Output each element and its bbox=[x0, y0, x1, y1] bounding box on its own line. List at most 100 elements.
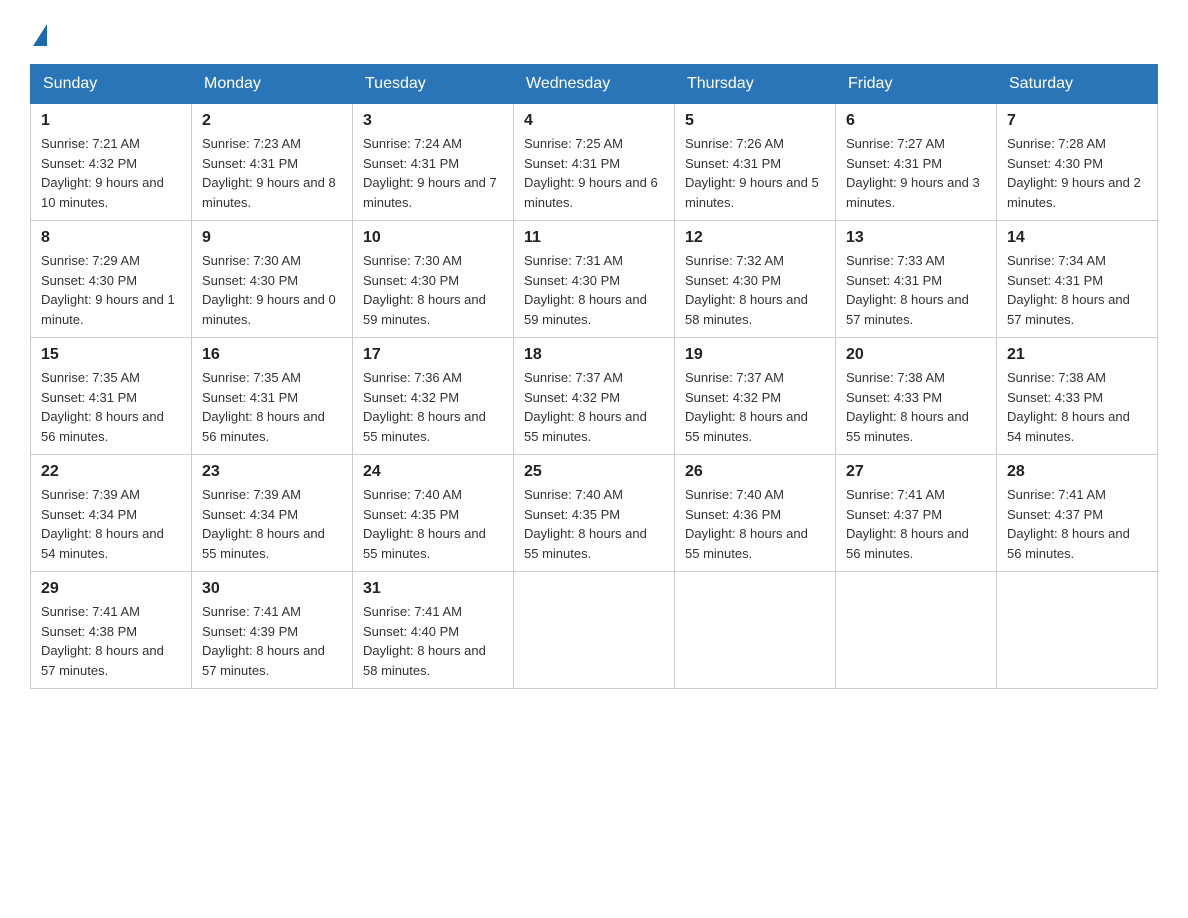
day-info: Sunrise: 7:32 AMSunset: 4:30 PMDaylight:… bbox=[685, 253, 808, 327]
calendar-cell: 29 Sunrise: 7:41 AMSunset: 4:38 PMDaylig… bbox=[31, 572, 192, 689]
calendar-cell: 15 Sunrise: 7:35 AMSunset: 4:31 PMDaylig… bbox=[31, 338, 192, 455]
col-header-thursday: Thursday bbox=[675, 65, 836, 104]
day-number: 25 bbox=[524, 463, 664, 481]
day-number: 8 bbox=[41, 229, 181, 247]
day-info: Sunrise: 7:36 AMSunset: 4:32 PMDaylight:… bbox=[363, 370, 486, 444]
day-info: Sunrise: 7:34 AMSunset: 4:31 PMDaylight:… bbox=[1007, 253, 1130, 327]
col-header-sunday: Sunday bbox=[31, 65, 192, 104]
calendar-cell: 25 Sunrise: 7:40 AMSunset: 4:35 PMDaylig… bbox=[514, 455, 675, 572]
calendar-cell: 31 Sunrise: 7:41 AMSunset: 4:40 PMDaylig… bbox=[353, 572, 514, 689]
calendar-cell bbox=[675, 572, 836, 689]
day-number: 24 bbox=[363, 463, 503, 481]
calendar-cell: 6 Sunrise: 7:27 AMSunset: 4:31 PMDayligh… bbox=[836, 104, 997, 221]
day-info: Sunrise: 7:40 AMSunset: 4:35 PMDaylight:… bbox=[524, 487, 647, 561]
day-info: Sunrise: 7:31 AMSunset: 4:30 PMDaylight:… bbox=[524, 253, 647, 327]
day-info: Sunrise: 7:39 AMSunset: 4:34 PMDaylight:… bbox=[41, 487, 164, 561]
day-info: Sunrise: 7:38 AMSunset: 4:33 PMDaylight:… bbox=[846, 370, 969, 444]
calendar-cell bbox=[997, 572, 1158, 689]
day-number: 31 bbox=[363, 580, 503, 598]
calendar-cell: 16 Sunrise: 7:35 AMSunset: 4:31 PMDaylig… bbox=[192, 338, 353, 455]
day-number: 27 bbox=[846, 463, 986, 481]
calendar-cell: 9 Sunrise: 7:30 AMSunset: 4:30 PMDayligh… bbox=[192, 221, 353, 338]
calendar-cell: 5 Sunrise: 7:26 AMSunset: 4:31 PMDayligh… bbox=[675, 104, 836, 221]
calendar-cell: 13 Sunrise: 7:33 AMSunset: 4:31 PMDaylig… bbox=[836, 221, 997, 338]
calendar-cell: 7 Sunrise: 7:28 AMSunset: 4:30 PMDayligh… bbox=[997, 104, 1158, 221]
calendar-cell: 18 Sunrise: 7:37 AMSunset: 4:32 PMDaylig… bbox=[514, 338, 675, 455]
calendar-cell: 27 Sunrise: 7:41 AMSunset: 4:37 PMDaylig… bbox=[836, 455, 997, 572]
calendar-cell: 23 Sunrise: 7:39 AMSunset: 4:34 PMDaylig… bbox=[192, 455, 353, 572]
day-number: 29 bbox=[41, 580, 181, 598]
calendar-cell: 12 Sunrise: 7:32 AMSunset: 4:30 PMDaylig… bbox=[675, 221, 836, 338]
calendar-cell: 3 Sunrise: 7:24 AMSunset: 4:31 PMDayligh… bbox=[353, 104, 514, 221]
day-info: Sunrise: 7:21 AMSunset: 4:32 PMDaylight:… bbox=[41, 136, 164, 210]
calendar-header-row: SundayMondayTuesdayWednesdayThursdayFrid… bbox=[31, 65, 1158, 104]
page-header bbox=[30, 20, 1158, 44]
calendar-cell: 10 Sunrise: 7:30 AMSunset: 4:30 PMDaylig… bbox=[353, 221, 514, 338]
day-info: Sunrise: 7:33 AMSunset: 4:31 PMDaylight:… bbox=[846, 253, 969, 327]
day-number: 11 bbox=[524, 229, 664, 247]
day-number: 10 bbox=[363, 229, 503, 247]
day-number: 3 bbox=[363, 112, 503, 130]
day-number: 14 bbox=[1007, 229, 1147, 247]
calendar-cell: 21 Sunrise: 7:38 AMSunset: 4:33 PMDaylig… bbox=[997, 338, 1158, 455]
day-info: Sunrise: 7:24 AMSunset: 4:31 PMDaylight:… bbox=[363, 136, 497, 210]
day-number: 2 bbox=[202, 112, 342, 130]
day-info: Sunrise: 7:28 AMSunset: 4:30 PMDaylight:… bbox=[1007, 136, 1141, 210]
day-number: 17 bbox=[363, 346, 503, 364]
day-number: 18 bbox=[524, 346, 664, 364]
calendar-cell bbox=[514, 572, 675, 689]
day-number: 13 bbox=[846, 229, 986, 247]
calendar-table: SundayMondayTuesdayWednesdayThursdayFrid… bbox=[30, 64, 1158, 689]
day-number: 6 bbox=[846, 112, 986, 130]
col-header-monday: Monday bbox=[192, 65, 353, 104]
day-info: Sunrise: 7:23 AMSunset: 4:31 PMDaylight:… bbox=[202, 136, 336, 210]
day-info: Sunrise: 7:29 AMSunset: 4:30 PMDaylight:… bbox=[41, 253, 175, 327]
day-info: Sunrise: 7:27 AMSunset: 4:31 PMDaylight:… bbox=[846, 136, 980, 210]
day-info: Sunrise: 7:39 AMSunset: 4:34 PMDaylight:… bbox=[202, 487, 325, 561]
day-info: Sunrise: 7:37 AMSunset: 4:32 PMDaylight:… bbox=[685, 370, 808, 444]
day-info: Sunrise: 7:41 AMSunset: 4:37 PMDaylight:… bbox=[846, 487, 969, 561]
day-number: 30 bbox=[202, 580, 342, 598]
logo-triangle-icon bbox=[33, 24, 47, 46]
day-number: 23 bbox=[202, 463, 342, 481]
day-number: 21 bbox=[1007, 346, 1147, 364]
day-info: Sunrise: 7:41 AMSunset: 4:38 PMDaylight:… bbox=[41, 604, 164, 678]
day-number: 1 bbox=[41, 112, 181, 130]
col-header-friday: Friday bbox=[836, 65, 997, 104]
calendar-cell: 1 Sunrise: 7:21 AMSunset: 4:32 PMDayligh… bbox=[31, 104, 192, 221]
day-number: 20 bbox=[846, 346, 986, 364]
day-number: 9 bbox=[202, 229, 342, 247]
day-number: 12 bbox=[685, 229, 825, 247]
logo bbox=[30, 20, 47, 44]
day-info: Sunrise: 7:35 AMSunset: 4:31 PMDaylight:… bbox=[41, 370, 164, 444]
calendar-cell: 19 Sunrise: 7:37 AMSunset: 4:32 PMDaylig… bbox=[675, 338, 836, 455]
calendar-cell: 26 Sunrise: 7:40 AMSunset: 4:36 PMDaylig… bbox=[675, 455, 836, 572]
calendar-cell: 2 Sunrise: 7:23 AMSunset: 4:31 PMDayligh… bbox=[192, 104, 353, 221]
calendar-week-row: 15 Sunrise: 7:35 AMSunset: 4:31 PMDaylig… bbox=[31, 338, 1158, 455]
col-header-saturday: Saturday bbox=[997, 65, 1158, 104]
day-number: 4 bbox=[524, 112, 664, 130]
day-number: 7 bbox=[1007, 112, 1147, 130]
calendar-cell: 8 Sunrise: 7:29 AMSunset: 4:30 PMDayligh… bbox=[31, 221, 192, 338]
day-number: 26 bbox=[685, 463, 825, 481]
calendar-cell: 17 Sunrise: 7:36 AMSunset: 4:32 PMDaylig… bbox=[353, 338, 514, 455]
calendar-cell: 30 Sunrise: 7:41 AMSunset: 4:39 PMDaylig… bbox=[192, 572, 353, 689]
calendar-cell: 14 Sunrise: 7:34 AMSunset: 4:31 PMDaylig… bbox=[997, 221, 1158, 338]
day-info: Sunrise: 7:26 AMSunset: 4:31 PMDaylight:… bbox=[685, 136, 819, 210]
day-number: 22 bbox=[41, 463, 181, 481]
day-info: Sunrise: 7:41 AMSunset: 4:37 PMDaylight:… bbox=[1007, 487, 1130, 561]
day-info: Sunrise: 7:41 AMSunset: 4:40 PMDaylight:… bbox=[363, 604, 486, 678]
calendar-cell: 20 Sunrise: 7:38 AMSunset: 4:33 PMDaylig… bbox=[836, 338, 997, 455]
calendar-cell: 11 Sunrise: 7:31 AMSunset: 4:30 PMDaylig… bbox=[514, 221, 675, 338]
calendar-cell: 24 Sunrise: 7:40 AMSunset: 4:35 PMDaylig… bbox=[353, 455, 514, 572]
day-info: Sunrise: 7:38 AMSunset: 4:33 PMDaylight:… bbox=[1007, 370, 1130, 444]
day-number: 5 bbox=[685, 112, 825, 130]
day-info: Sunrise: 7:35 AMSunset: 4:31 PMDaylight:… bbox=[202, 370, 325, 444]
day-info: Sunrise: 7:30 AMSunset: 4:30 PMDaylight:… bbox=[202, 253, 336, 327]
col-header-tuesday: Tuesday bbox=[353, 65, 514, 104]
day-info: Sunrise: 7:25 AMSunset: 4:31 PMDaylight:… bbox=[524, 136, 658, 210]
calendar-cell bbox=[836, 572, 997, 689]
calendar-week-row: 1 Sunrise: 7:21 AMSunset: 4:32 PMDayligh… bbox=[31, 104, 1158, 221]
col-header-wednesday: Wednesday bbox=[514, 65, 675, 104]
day-number: 15 bbox=[41, 346, 181, 364]
